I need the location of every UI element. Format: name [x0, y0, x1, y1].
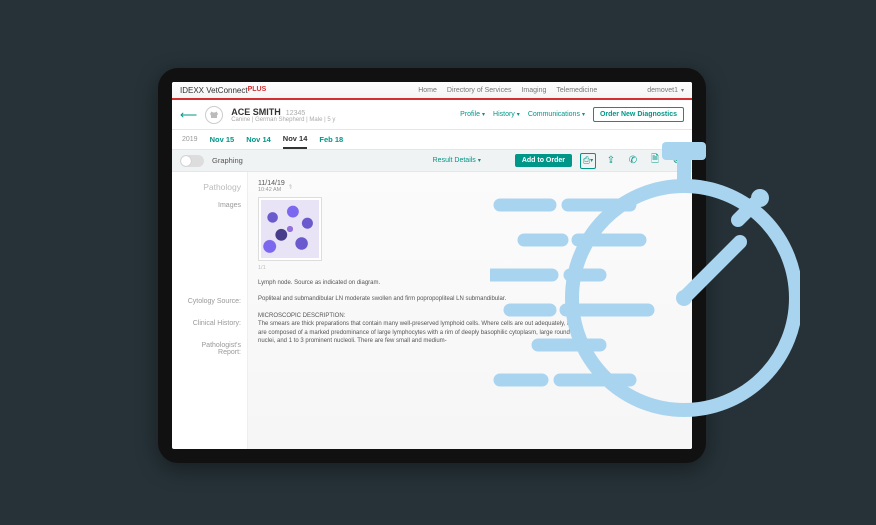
label-clinical-history: Clinical History:: [178, 320, 241, 336]
pathology-image-thumbnail[interactable]: [258, 197, 322, 261]
nav-home[interactable]: Home: [418, 87, 437, 94]
brand-suffix: PLUS: [248, 86, 267, 93]
result-details-menu[interactable]: Result Details▾: [433, 157, 481, 164]
year-label: 2019: [182, 136, 198, 143]
graphing-toggle[interactable]: [180, 155, 204, 167]
cytology-source-value: Lymph node. Source as indicated on diagr…: [258, 279, 380, 287]
label-cytology-source: Cytology Source:: [178, 298, 241, 314]
share-icon: ⇪: [607, 155, 615, 166]
chevron-down-icon: ▾: [681, 87, 684, 94]
clinical-history-value: Popliteal and submandibular LN moderate …: [258, 295, 506, 303]
tab-feb-18[interactable]: Feb 18: [319, 131, 343, 148]
dog-icon: [208, 109, 220, 121]
date-tabs: 2019 Nov 15 Nov 14 Nov 14 Feb 18: [172, 130, 692, 150]
graphing-label: Graphing: [212, 156, 243, 165]
profile-menu[interactable]: Profile▾: [460, 111, 485, 118]
tab-nov-14-b[interactable]: Nov 14: [283, 130, 308, 149]
tablet-frame: IDEXX VetConnectPLUS Home Directory of S…: [158, 68, 706, 463]
nav-directory[interactable]: Directory of Services: [447, 87, 512, 94]
result-timestamp: 11/14/19 10:42 AM ⚕: [258, 180, 682, 193]
lab-icon: ⚕: [289, 183, 293, 191]
patient-avatar: [205, 106, 223, 124]
chevron-down-icon: ▾: [478, 157, 481, 164]
label-images: Images: [178, 202, 241, 218]
content-area: Pathology Images Cytology Source: Clinic…: [172, 172, 692, 449]
pathologist-report-value: MICROSCOPIC DESCRIPTION: The smears are …: [258, 312, 588, 346]
check-button[interactable]: ⊘: [670, 155, 684, 166]
result-details: 11/14/19 10:42 AM ⚕ 1/1 Lymph node. Sour…: [247, 172, 692, 449]
chevron-down-icon: ▾: [482, 111, 485, 118]
phone-icon: ✆: [629, 155, 637, 166]
row-labels: Pathology Images Cytology Source: Clinic…: [172, 172, 247, 449]
brand-name: IDEXX VetConnect: [180, 86, 248, 95]
result-toolbar: Graphing Result Details▾ Add to Order ⎙▾…: [172, 150, 692, 172]
chevron-down-icon: ▾: [517, 111, 520, 118]
printer-icon: ⎙: [583, 155, 590, 166]
patient-bar: ⟵ ACE SMITH 12345 Canine | German Shephe…: [172, 100, 692, 130]
print-button[interactable]: ⎙▾: [580, 153, 596, 169]
share-button[interactable]: ⇪: [604, 155, 618, 166]
nav-telemedicine[interactable]: Telemedicine: [556, 87, 597, 94]
app-screen: IDEXX VetConnectPLUS Home Directory of S…: [172, 82, 692, 449]
image-caption: 1/1: [258, 265, 682, 271]
patient-id: 12345: [286, 110, 305, 117]
document-button[interactable]: 🗎: [648, 152, 662, 169]
user-menu[interactable]: demovet1 ▾: [647, 87, 684, 94]
tab-nov-14-a[interactable]: Nov 14: [246, 131, 271, 148]
patient-info: ACE SMITH 12345 Canine | German Shepherd…: [231, 107, 335, 123]
document-icon: 🗎: [651, 152, 659, 169]
add-to-order-button[interactable]: Add to Order: [515, 154, 572, 167]
label-pathologist-report: Pathologist's Report:: [178, 342, 241, 358]
chevron-down-icon: ▾: [590, 157, 593, 164]
top-nav: IDEXX VetConnectPLUS Home Directory of S…: [172, 82, 692, 100]
communications-menu[interactable]: Communications▾: [528, 111, 585, 118]
patient-subline: Canine | German Shepherd | Male | 5 y: [231, 117, 335, 123]
tab-nov-15[interactable]: Nov 15: [210, 131, 235, 148]
nav-imaging[interactable]: Imaging: [521, 87, 546, 94]
order-diagnostics-button[interactable]: Order New Diagnostics: [593, 107, 684, 122]
user-name: demovet1: [647, 87, 678, 94]
history-menu[interactable]: History▾: [493, 111, 520, 118]
pathology-title: Pathology: [178, 182, 241, 192]
phone-button[interactable]: ✆: [626, 155, 640, 166]
chevron-down-icon: ▾: [582, 111, 585, 118]
brand-logo: IDEXX VetConnectPLUS: [180, 86, 266, 95]
cytology-slide-image: [261, 200, 319, 258]
back-button[interactable]: ⟵: [180, 108, 197, 122]
patient-name: ACE SMITH: [231, 107, 281, 117]
check-circle-icon: ⊘: [673, 155, 681, 166]
